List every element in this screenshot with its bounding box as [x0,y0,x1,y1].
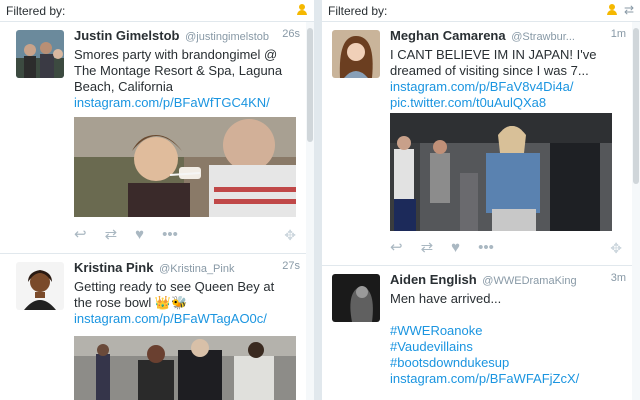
filter-label: Filtered by: [328,3,388,18]
tweet-link[interactable]: instagram.com/p/BFaWTagAO0c/ [74,311,267,326]
author-handle[interactable]: @WWEDramaKing [482,275,576,287]
tweet-time[interactable]: 26s [282,28,300,40]
column-right: Filtered by: ⇄ Meghan Camarena @Strawbur… [322,0,640,400]
tweet-media[interactable] [74,117,296,217]
tweet-link[interactable]: instagram.com/p/BFaV8v4Di4a/ [390,79,574,94]
user-filter-icon[interactable] [606,3,618,17]
tweet-media[interactable] [390,113,612,231]
tweet-text: Getting ready to see Queen Bey at the ro… [74,279,275,310]
filter-bar: Filtered by: [0,0,314,22]
scrollbar[interactable] [306,22,314,400]
reply-icon[interactable]: ↩ [390,240,403,256]
tweet-text: I CANT BELIEVE IM IN JAPAN! I've dreamed… [390,47,597,78]
tweet-text: Men have arrived... [390,291,502,306]
tweet-text: Smores party with brandongimel @ The Mon… [74,47,283,94]
more-icon[interactable]: ••• [162,227,178,243]
heart-icon[interactable]: ♥ [451,240,460,256]
author-handle[interactable]: @justingimelstob [185,31,269,43]
column-left: Filtered by: Justin Gimelstob @justingim… [0,0,314,400]
avatar[interactable] [332,274,380,322]
retweet-icon[interactable]: ⇄ [421,240,434,256]
tweet-link[interactable]: instagram.com/p/BFaWFAFjZcX/ [390,371,579,386]
heart-icon[interactable]: ♥ [135,227,144,243]
tweet[interactable]: Justin Gimelstob @justingimelstob 26s Sm… [0,22,306,254]
tweet-link[interactable]: pic.twitter.com/t0uAulQXa8 [390,95,546,110]
user-filter-icon[interactable] [296,3,308,17]
filter-label: Filtered by: [6,3,66,18]
author-name[interactable]: Kristina Pink [74,260,153,275]
scrollbar-thumb[interactable] [307,28,313,142]
hashtag-link[interactable]: #bootsdowndukesup [390,355,509,370]
tweet-time[interactable]: 27s [282,260,300,272]
reply-icon[interactable]: ↩ [74,227,87,243]
drag-icon[interactable]: ✥ [284,227,296,244]
column-divider [314,0,322,400]
author-handle[interactable]: @Strawbur... [511,31,575,43]
tweet-time[interactable]: 1m [611,28,626,40]
avatar[interactable] [16,30,64,78]
drag-icon[interactable]: ✥ [610,240,622,257]
author-handle[interactable]: @Kristina_Pink [159,263,234,275]
author-name[interactable]: Meghan Camarena [390,28,506,43]
tweet-media[interactable] [74,336,296,400]
filter-bar: Filtered by: ⇄ [322,0,640,22]
tweet[interactable]: Meghan Camarena @Strawbur... 1m I CANT B… [322,22,632,266]
scrollbar[interactable] [632,22,640,400]
retweet-icon[interactable]: ⇄ [105,227,118,243]
more-icon[interactable]: ••• [478,240,494,256]
scrollbar-thumb[interactable] [633,28,639,184]
tweet-media[interactable] [390,394,612,400]
tweet-time[interactable]: 3m [611,272,626,284]
tweet-link[interactable]: instagram.com/p/BFaWfTGC4KN/ [74,95,270,110]
retweet-filter-icon[interactable]: ⇄ [624,3,634,17]
author-name[interactable]: Justin Gimelstob [74,28,179,43]
tweet[interactable]: Kristina Pink @Kristina_Pink 27s Getting… [0,254,306,400]
avatar[interactable] [16,262,64,310]
hashtag-link[interactable]: #WWERoanoke [390,323,482,338]
tweet[interactable]: Aiden English @WWEDramaKing 3m Men have … [322,266,632,400]
hashtag-link[interactable]: #Vaudevillains [390,339,473,354]
avatar[interactable] [332,30,380,78]
author-name[interactable]: Aiden English [390,272,477,287]
